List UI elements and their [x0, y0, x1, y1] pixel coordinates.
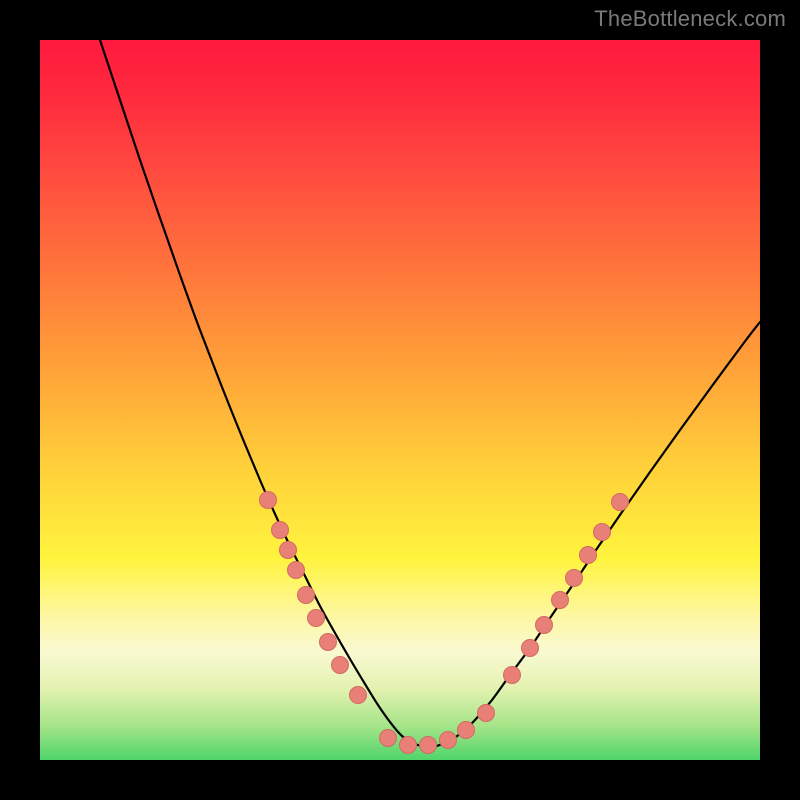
- bottleneck-curve-line: [100, 40, 760, 747]
- marker-point: [320, 634, 337, 651]
- plot-area: [40, 40, 760, 760]
- marker-point: [420, 737, 437, 754]
- marker-point: [350, 687, 367, 704]
- marker-point: [552, 592, 569, 609]
- marker-point: [478, 705, 495, 722]
- marker-point: [260, 492, 277, 509]
- marker-point: [308, 610, 325, 627]
- marker-point: [612, 494, 629, 511]
- marker-point: [522, 640, 539, 657]
- marker-point: [380, 730, 397, 747]
- marker-point: [332, 657, 349, 674]
- marker-point: [272, 522, 289, 539]
- outer-frame: TheBottleneck.com: [0, 0, 800, 800]
- marker-point: [594, 524, 611, 541]
- marker-point: [504, 667, 521, 684]
- watermark-text: TheBottleneck.com: [594, 6, 786, 32]
- marker-point: [566, 570, 583, 587]
- marker-point: [288, 562, 305, 579]
- marker-point: [580, 547, 597, 564]
- chart-svg: [40, 40, 760, 760]
- marker-point: [458, 722, 475, 739]
- marker-point: [400, 737, 417, 754]
- marker-point: [280, 542, 297, 559]
- marker-point: [536, 617, 553, 634]
- marker-point: [440, 732, 457, 749]
- marker-point: [298, 587, 315, 604]
- highlighted-points-group: [260, 492, 629, 754]
